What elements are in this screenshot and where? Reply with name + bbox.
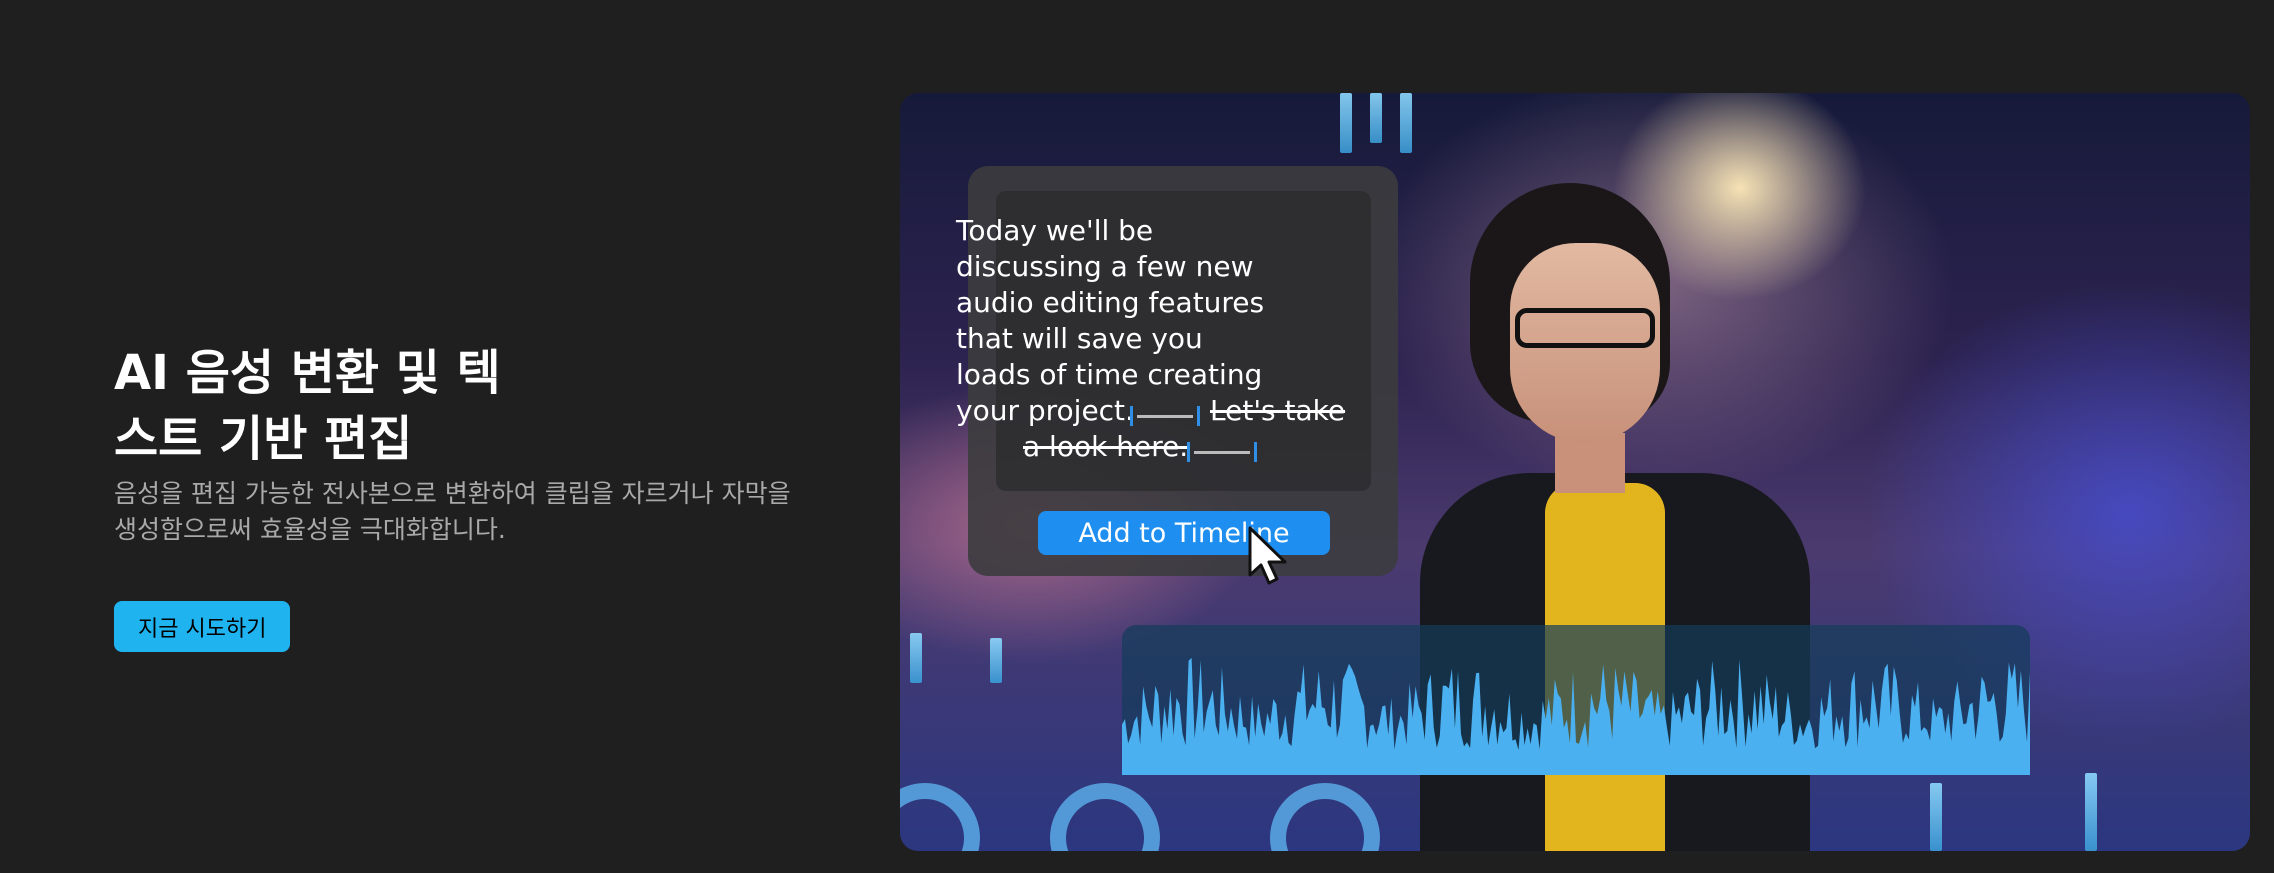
hero-description: 음성을 편집 가능한 전사본으로 변환하여 클립을 자르거나 자막을 생성함으로… [114,479,791,544]
audio-waveform-panel [1122,625,2030,775]
stage-light-stripe [910,633,922,683]
stage-light-stripe [1930,783,1942,851]
deleted-text: Let's take [1210,394,1346,427]
silence-gap-marker[interactable] [1130,406,1200,426]
hero-text-block: AI 음성 변환 및 텍스트 기반 편집 음성을 편집 가능한 전사본으로 변환… [114,340,814,548]
stage-light-stripe [1400,93,1412,153]
deleted-text: a look here. [1023,430,1189,463]
stage-light-stripe [990,638,1002,683]
stage-ring-decor [1050,783,1160,851]
stage-light-stripe [1340,93,1352,153]
stage-light-stripe [2085,773,2097,851]
presenter-glasses [1515,308,1655,348]
stage-ring-decor [1270,783,1380,851]
try-now-button[interactable]: 지금 시도하기 [114,601,291,652]
stage-light-stripe [1370,93,1382,143]
waveform-icon [1122,657,2030,775]
cursor-arrow-icon [1248,526,1287,585]
silence-gap-marker[interactable] [1187,442,1257,462]
stage-ring-decor [900,783,980,851]
hero-title: AI 음성 변환 및 텍스트 기반 편집 [114,345,501,467]
feature-demo-media: Today we'll be discussing a few new audi… [900,93,2250,851]
